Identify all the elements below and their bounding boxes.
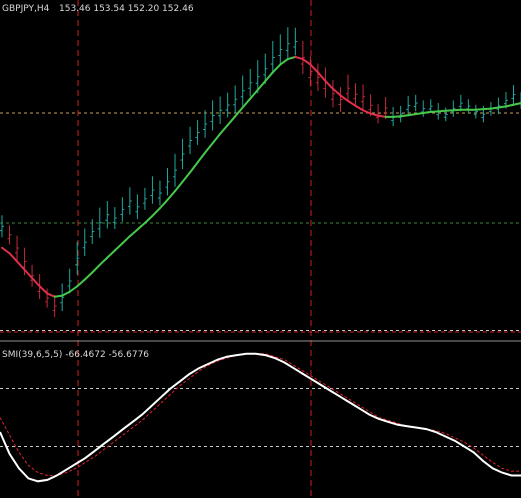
moving-average-segment	[489, 106, 500, 110]
moving-average-segment	[422, 110, 432, 114]
moving-average-segment	[399, 114, 410, 118]
moving-average-segment	[482, 107, 492, 111]
moving-average-segment	[437, 109, 447, 113]
moving-average-segment	[407, 113, 417, 117]
moving-average-segment	[429, 110, 440, 113]
moving-average-segment	[53, 294, 64, 298]
moving-average-segment	[414, 112, 425, 116]
chart-canvas[interactable]: GBPJPY,H4 153.46 153.54 152.20 152.46 SM…	[0, 0, 521, 498]
moving-average-segment	[392, 115, 402, 118]
moving-average-segment	[377, 114, 387, 118]
symbol-label: GBPJPY,H4	[2, 4, 50, 14]
indicator-label: SMI(39,6,5,5) -66.4672 -56.6776	[2, 350, 149, 360]
moving-average-segment	[497, 105, 507, 109]
moving-average-segment	[444, 109, 455, 112]
moving-average-segment	[474, 108, 485, 111]
ohlc-label: 153.46 153.54 152.20 152.46	[59, 4, 194, 14]
moving-average-segment	[452, 108, 462, 112]
chart-window[interactable]: GBPJPY,H4 153.46 153.54 152.20 152.46 SM…	[0, 0, 521, 498]
